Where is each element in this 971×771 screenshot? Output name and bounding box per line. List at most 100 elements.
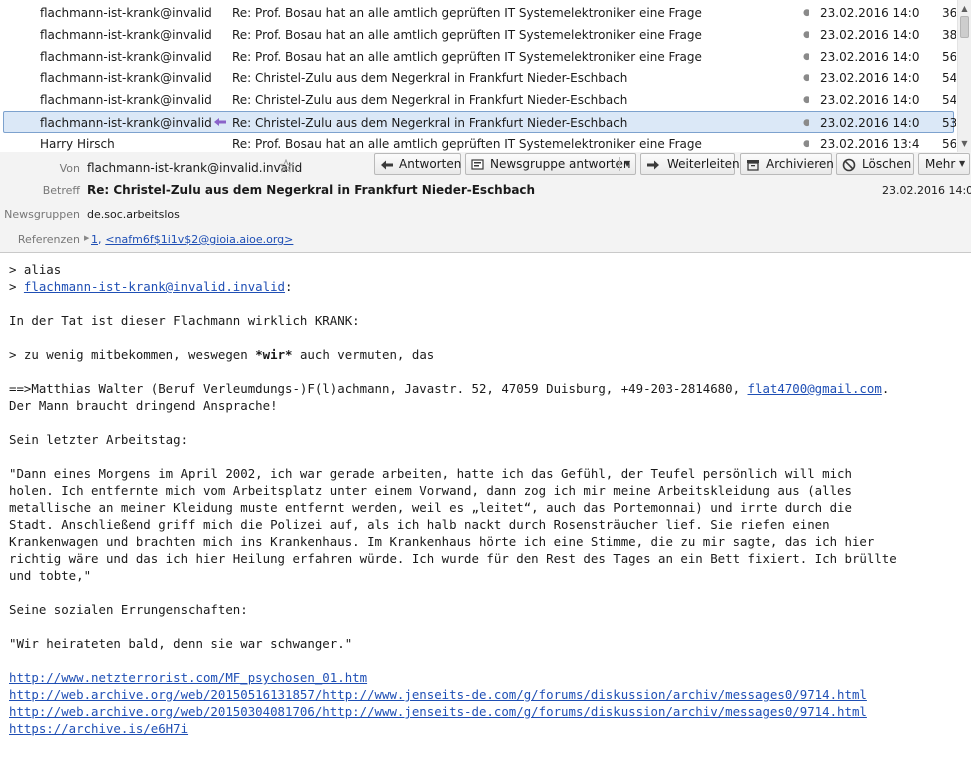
chevron-down-icon: ▼: [959, 159, 966, 168]
subject-label: Betreff: [42, 184, 80, 197]
read-status-dot-icon[interactable]: ●: [803, 73, 809, 83]
message-subject: Re: Christel-Zulu aus dem Negerkral in F…: [232, 116, 628, 130]
read-status-dot-icon[interactable]: ●: [803, 52, 809, 62]
delete-circle-icon: [842, 158, 856, 172]
newsgroup-icon: [471, 159, 484, 170]
from-label: Von: [59, 162, 80, 175]
more-label: Mehr: [925, 157, 956, 171]
read-status-dot-icon[interactable]: ●: [803, 139, 809, 149]
message-lines: 36: [942, 6, 956, 20]
message-subject: Re: Prof. Bosau hat an alle amtlich gepr…: [232, 28, 702, 42]
message-from: flachmann-ist-krank@invalid.i...: [40, 71, 212, 85]
split-divider: [619, 157, 620, 171]
body-line: Der Mann braucht dringend Ansprache!: [9, 398, 278, 413]
message-date: 23.02.2016 14:02: [820, 116, 920, 130]
subject-value: Re: Christel-Zulu aus dem Negerkral in F…: [87, 183, 536, 197]
message-date: 23.02.2016 13:40: [820, 137, 920, 151]
scrollbar-thumb[interactable]: [960, 16, 969, 38]
message-subject: Re: Prof. Bosau hat an alle amtlich gepr…: [232, 50, 702, 64]
quoted-line: > zu wenig mitbekommen, weswegen *wir* a…: [9, 346, 434, 363]
message-row-selected[interactable]: flachmann-ist-krank@invalid.i... Re: Chr…: [3, 111, 956, 133]
message-subject: Re: Prof. Bosau hat an alle amtlich gepr…: [232, 6, 702, 20]
forward-button[interactable]: Weiterleiten: [640, 153, 740, 175]
message-date: 23.02.2016 14:04: [820, 6, 920, 20]
message-row[interactable]: flachmann-ist-krank@invalid.i... Re: Pro…: [0, 24, 957, 46]
quote-prefix: >: [9, 279, 24, 294]
message-from: Harry Hirsch: [40, 137, 115, 151]
chevron-down-icon[interactable]: ▼: [624, 159, 630, 168]
quoted-line: > flachmann-ist-krank@invalid.invalid:: [9, 278, 292, 295]
archive-button[interactable]: Archivieren: [740, 153, 834, 175]
line-prefix: ==>Matthias Walter (Beruf Verleumdungs-)…: [9, 381, 748, 396]
message-from: flachmann-ist-krank@invalid.i...: [40, 6, 212, 20]
message-list-scrollbar[interactable]: ▲ ▼: [957, 0, 971, 152]
from-value[interactable]: flachmann-ist-krank@invalid.invalid: [87, 161, 302, 175]
message-subject: Re: Christel-Zulu aus dem Negerkral in F…: [232, 93, 628, 107]
read-status-dot-icon[interactable]: ●: [803, 118, 809, 128]
scroll-up-icon[interactable]: ▲: [958, 2, 971, 15]
message-lines: 56: [942, 50, 956, 64]
message-row[interactable]: flachmann-ist-krank@invalid.i... Re: Pro…: [0, 2, 957, 24]
message-from: flachmann-ist-krank@invalid.i...: [40, 93, 212, 107]
url-link[interactable]: https://archive.is/e6H7i: [9, 721, 188, 736]
url-link[interactable]: http://web.archive.org/web/2015030408170…: [9, 704, 867, 719]
forward-label: Weiterleiten: [667, 157, 740, 171]
email-link[interactable]: flachmann-ist-krank@invalid.invalid: [24, 279, 285, 294]
arrow-left-icon: [214, 118, 226, 126]
message-subject: Re: Christel-Zulu aus dem Negerkral in F…: [232, 71, 628, 85]
url-line: http://www.netzterrorist.com/MF_psychose…: [9, 669, 367, 686]
body-line: metallische an meiner Kleidung muste ent…: [9, 500, 852, 515]
email-link[interactable]: flat4700@gmail.com: [748, 381, 882, 396]
more-button[interactable]: Mehr ▼: [918, 153, 970, 175]
message-date: 23.02.2016 14:03: [820, 50, 920, 64]
url-line: http://web.archive.org/web/2015051613185…: [9, 686, 867, 703]
body-line: und tobte,": [9, 568, 92, 583]
line-suffix: .: [881, 381, 890, 396]
read-status-dot-icon[interactable]: ●: [803, 95, 809, 105]
message-list[interactable]: flachmann-ist-krank@invalid.i... Re: Pro…: [0, 0, 971, 153]
body-line: ==>Matthias Walter (Beruf Verleumdungs-)…: [9, 380, 889, 397]
message-body: > alias > flachmann-ist-krank@invalid.in…: [0, 253, 971, 771]
references-value: 1, <nafm6f$1i1v$2@gioia.aioe.org>: [91, 232, 293, 246]
reference-link-1[interactable]: 1: [91, 233, 98, 246]
archive-box-icon: [747, 160, 759, 171]
reply-button[interactable]: Antworten: [374, 153, 461, 175]
line-suffix: auch vermuten, das: [292, 347, 435, 362]
line-prefix: > zu wenig mitbekommen, weswegen: [9, 347, 256, 362]
line-suffix: :: [285, 279, 293, 294]
body-line: richtig wäre und das ich hier Heilung er…: [9, 551, 897, 566]
message-from: flachmann-ist-krank@invalid.i...: [40, 28, 212, 42]
body-line: "Dann eines Morgens im April 2002, ich w…: [9, 466, 852, 481]
bold-text: *wir*: [255, 347, 293, 362]
url-link[interactable]: http://www.netzterrorist.com/MF_psychose…: [9, 670, 367, 685]
body-line: "Wir heirateten bald, denn sie war schwa…: [9, 636, 353, 651]
message-date: 23.02.2016 14:02: [820, 71, 920, 85]
message-lines: 53: [942, 116, 956, 130]
message-row[interactable]: Harry Hirsch Re: Prof. Bosau hat an alle…: [0, 133, 957, 152]
body-line: Seine sozialen Errungenschaften:: [9, 602, 248, 617]
message-lines: 38: [942, 28, 956, 42]
message-from: flachmann-ist-krank@invalid.i...: [40, 50, 212, 64]
reply-newsgroup-button[interactable]: Newsgruppe antworten ▼: [465, 153, 636, 175]
body-line: Sein letzter Arbeitstag:: [9, 432, 189, 447]
newsgroups-value[interactable]: de.soc.arbeitslos: [87, 208, 180, 221]
scroll-down-icon[interactable]: ▼: [958, 137, 971, 150]
newsgroups-label: Newsgruppen: [4, 208, 80, 221]
star-icon[interactable]: [279, 159, 293, 173]
read-status-dot-icon[interactable]: ●: [803, 8, 809, 18]
url-line: http://web.archive.org/web/2015030408170…: [9, 703, 867, 720]
delete-button[interactable]: Löschen: [836, 153, 914, 175]
reference-link-2[interactable]: <nafm6f$1i1v$2@gioia.aioe.org>: [105, 233, 293, 246]
message-row[interactable]: flachmann-ist-krank@invalid.i... Re: Chr…: [0, 89, 957, 111]
body-line: Stadt. Anschließend griff mich die Poliz…: [9, 517, 830, 532]
message-row[interactable]: flachmann-ist-krank@invalid.i... Re: Chr…: [0, 67, 957, 89]
message-row[interactable]: flachmann-ist-krank@invalid.i... Re: Pro…: [0, 46, 957, 68]
reference-separator: ,: [98, 233, 102, 246]
message-date: 23.02.2016 14:02: [820, 93, 920, 107]
expand-triangle-icon[interactable]: ▶: [84, 234, 89, 242]
read-status-dot-icon[interactable]: ●: [803, 30, 809, 40]
body-line: In der Tat ist dieser Flachmann wirklich…: [9, 313, 360, 328]
url-link[interactable]: http://web.archive.org/web/2015051613185…: [9, 687, 867, 702]
references-label: Referenzen: [17, 233, 80, 246]
message-date: 23.02.2016 14:03: [820, 28, 920, 42]
